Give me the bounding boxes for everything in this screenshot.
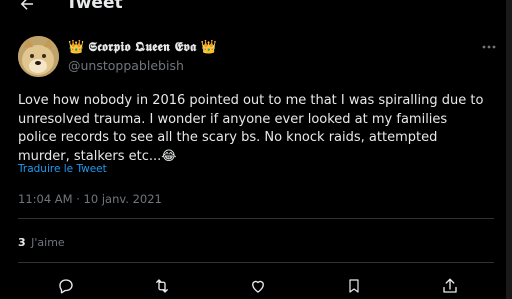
more-options-button[interactable] bbox=[478, 38, 500, 56]
divider bbox=[18, 218, 494, 219]
likes-stat[interactable]: 3 J'aime bbox=[18, 236, 65, 249]
translate-link[interactable]: Traduire le Tweet bbox=[18, 163, 107, 175]
back-arrow-icon bbox=[20, 0, 33, 10]
back-button[interactable] bbox=[14, 0, 40, 17]
share-icon bbox=[443, 278, 457, 293]
user-handle[interactable]: @unstoppablebish bbox=[68, 58, 184, 73]
crown-emoji-left: 👑 bbox=[68, 40, 85, 55]
tweet-actions bbox=[0, 274, 512, 298]
retweet-icon bbox=[156, 279, 168, 293]
crown-emoji-right: 👑 bbox=[200, 40, 217, 55]
tweet-header: Tweet bbox=[0, 0, 512, 26]
share-button[interactable] bbox=[438, 274, 462, 298]
tweet-timestamp[interactable]: 11:04 AM · 10 janv. 2021 bbox=[18, 192, 162, 206]
like-button[interactable] bbox=[246, 274, 270, 298]
retweet-button[interactable] bbox=[150, 274, 174, 298]
more-icon bbox=[482, 45, 496, 49]
avatar-doge-image bbox=[18, 36, 59, 77]
display-name[interactable]: 👑 𝕾𝖈𝖔𝖗𝖕𝖎𝖔 𝕼𝖚𝖊𝖊𝖓 𝕰𝖛𝖆 👑 bbox=[68, 40, 217, 55]
divider bbox=[18, 262, 494, 263]
bookmark-icon bbox=[349, 279, 359, 293]
page-title: Tweet bbox=[66, 0, 123, 13]
reply-icon bbox=[59, 279, 73, 294]
avatar[interactable] bbox=[18, 36, 59, 77]
bookmark-button[interactable] bbox=[342, 274, 366, 298]
like-icon bbox=[252, 280, 264, 293]
likes-count: 3 bbox=[18, 236, 26, 249]
tweet-text: Love how nobody in 2016 pointed out to m… bbox=[18, 93, 484, 164]
reply-button[interactable] bbox=[54, 274, 78, 298]
display-name-text: 𝕾𝖈𝖔𝖗𝖕𝖎𝖔 𝕼𝖚𝖊𝖊𝖓 𝕰𝖛𝖆 bbox=[88, 40, 197, 55]
scrollbar[interactable] bbox=[506, 0, 512, 299]
likes-label: J'aime bbox=[31, 236, 65, 249]
